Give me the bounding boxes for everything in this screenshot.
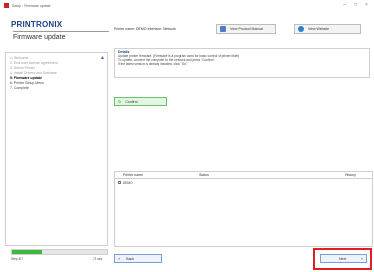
details-panel: Details Update printer firmware. (Firmwa… — [114, 48, 370, 78]
progress-step-label: Step 5/7 — [11, 257, 23, 261]
row-checkbox[interactable] — [118, 181, 121, 184]
window-title: Setup - Firmware update — [12, 3, 51, 8]
view-website-label: View Website — [308, 27, 330, 31]
column-status: Status — [199, 173, 209, 177]
next-button[interactable]: Next » — [320, 254, 367, 263]
printer-table: Printer name Status History DEMO — [114, 171, 373, 247]
table-header: Printer name Status History — [115, 172, 372, 179]
maximize-button[interactable]: □ — [350, 1, 361, 9]
page-title: Firmware update — [13, 31, 109, 41]
steps-sidebar: ▲ 1. Welcome 2. End-user license agreeme… — [5, 52, 108, 246]
app-icon — [4, 3, 9, 8]
row-printer-name: DEMO — [123, 180, 133, 185]
view-website-button[interactable]: View Website — [294, 24, 361, 34]
table-row[interactable]: DEMO — [115, 179, 372, 186]
header: PRINTRONIX Firmware update Printer name:… — [0, 11, 374, 49]
back-label: Back — [126, 256, 135, 261]
printronix-logo: PRINTRONIX — [11, 20, 63, 29]
globe-icon — [298, 26, 304, 32]
column-history: History — [345, 173, 356, 177]
confirm-label: Confirm — [125, 99, 138, 104]
view-manual-label: View Product Manual — [230, 27, 264, 31]
setup-progress-bar — [11, 249, 108, 255]
chevron-right-icon: » — [360, 256, 363, 261]
view-manual-button[interactable]: View Product Manual — [216, 24, 276, 34]
confirm-button[interactable]: ↻ Confirm — [114, 97, 167, 106]
step-complete: 7. Complete — [10, 86, 29, 90]
steps-list: 1. Welcome 2. End-user license agreement… — [6, 56, 107, 91]
back-button[interactable]: « Back — [114, 254, 162, 263]
progress-time-label: 71 sec — [93, 257, 103, 261]
close-button[interactable]: × — [361, 1, 372, 9]
column-printer-name: Printer name — [123, 173, 144, 177]
progress-fill — [12, 250, 43, 254]
title-bar: Setup - Firmware update – □ × — [0, 0, 374, 11]
next-label: Next — [339, 256, 347, 261]
collapse-icon[interactable]: ▲ — [100, 55, 105, 61]
manual-book-icon — [220, 26, 226, 32]
window-controls: – □ × — [339, 1, 372, 9]
details-line: If the latest version is already install… — [118, 62, 189, 66]
printer-info-text: Printer name: DEMO Interface: Network — [114, 27, 176, 31]
refresh-icon: ↻ — [118, 99, 122, 104]
minimize-button[interactable]: – — [339, 1, 350, 9]
chevron-left-icon: « — [118, 256, 121, 261]
